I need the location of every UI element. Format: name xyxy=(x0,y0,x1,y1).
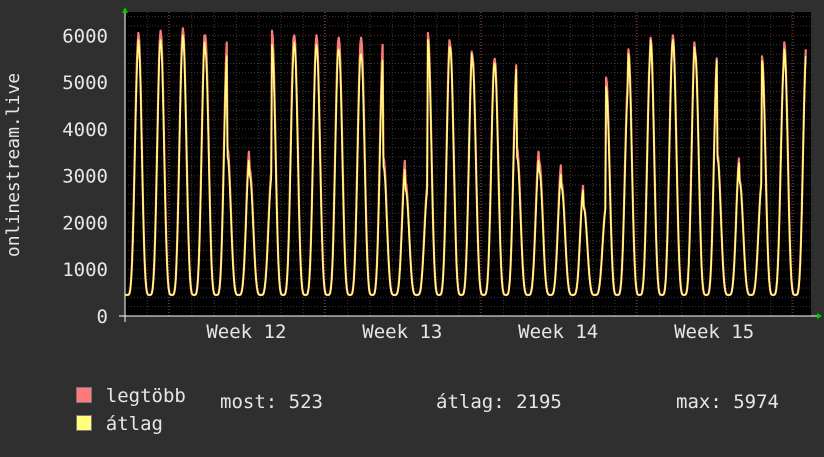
y-tick-label: 6000 xyxy=(62,25,108,47)
stat-now: most: 523 xyxy=(220,391,323,413)
chart-page: 0 1000 2000 3000 4000 5000 6000 Week 12 Week 13… xyxy=(0,0,824,435)
x-tick-label: Week 15 xyxy=(674,321,754,343)
x-tick-label: Week 12 xyxy=(206,321,286,343)
y-tick-labels: 0 1000 2000 3000 4000 5000 6000 xyxy=(62,25,108,328)
x-tick-label: Week 13 xyxy=(362,321,442,343)
y-axis-label: onlinestream.live xyxy=(3,73,24,257)
y-tick-label: 4000 xyxy=(62,119,108,141)
x-tick-label: Week 14 xyxy=(518,321,598,343)
legend-avg-swatch xyxy=(75,414,92,431)
y-axis-arrow xyxy=(122,7,128,13)
legend-avg-label: átlag xyxy=(105,413,163,435)
x-axis-arrow xyxy=(817,313,822,319)
stream-chart: 0 1000 2000 3000 4000 5000 6000 Week 12 Week 13… xyxy=(3,7,822,343)
y-tick-label: 0 xyxy=(97,306,108,328)
stat-avg: átlag: 2195 xyxy=(436,391,562,413)
x-tick-labels: Week 12 Week 13 Week 14 Week 15 xyxy=(206,321,754,343)
legend-avg: átlag xyxy=(30,391,163,457)
stat-max: max: 5974 xyxy=(676,391,779,413)
y-tick-label: 2000 xyxy=(62,212,108,234)
y-tick-label: 3000 xyxy=(62,166,108,188)
y-tick-label: 1000 xyxy=(62,259,108,281)
y-tick-label: 5000 xyxy=(62,72,108,94)
